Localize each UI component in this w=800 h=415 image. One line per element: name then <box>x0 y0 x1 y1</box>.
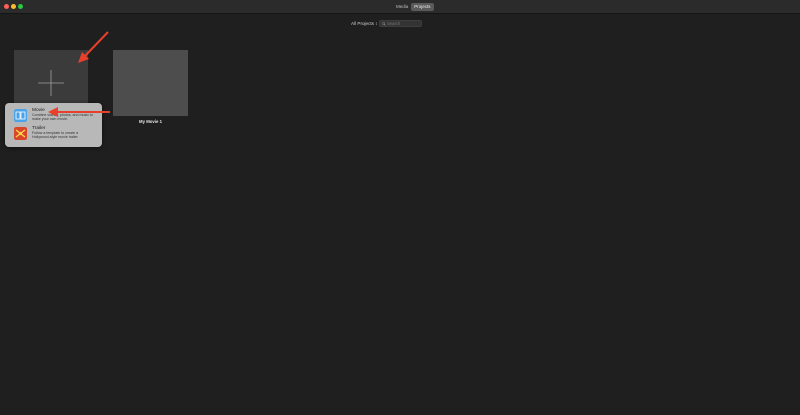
project-thumbnail[interactable] <box>113 50 188 116</box>
search-field[interactable] <box>379 20 422 27</box>
projects-filter-popup[interactable]: All Projects ↕ <box>351 21 378 27</box>
imovie-window: Media Projects All Projects ↕ My Movie 1… <box>0 0 800 415</box>
movie-icon <box>14 109 27 122</box>
minimize-window-button[interactable] <box>11 4 16 9</box>
close-window-button[interactable] <box>4 4 9 9</box>
title-bar: Media Projects <box>0 0 800 14</box>
zoom-window-button[interactable] <box>18 4 23 9</box>
project-title[interactable]: My Movie 1 <box>113 119 188 124</box>
plus-icon <box>38 70 64 96</box>
menu-item-movie-description: Combine videos, photos, and music to mak… <box>32 113 93 122</box>
search-input[interactable] <box>387 21 421 26</box>
menu-item-movie[interactable]: Movie Combine videos, photos, and music … <box>8 107 100 124</box>
tab-projects[interactable]: Projects <box>411 3 434 11</box>
menu-item-trailer-description: Follow a template to create a Hollywood-… <box>32 131 79 140</box>
new-project-popover: Movie Combine videos, photos, and music … <box>5 103 102 147</box>
trailer-icon <box>14 127 27 140</box>
menu-item-trailer[interactable]: Trailer Follow a template to create a Ho… <box>8 125 100 142</box>
view-switcher: Media Projects <box>393 3 434 11</box>
search-icon <box>382 22 386 26</box>
tab-media[interactable]: Media <box>393 3 411 11</box>
